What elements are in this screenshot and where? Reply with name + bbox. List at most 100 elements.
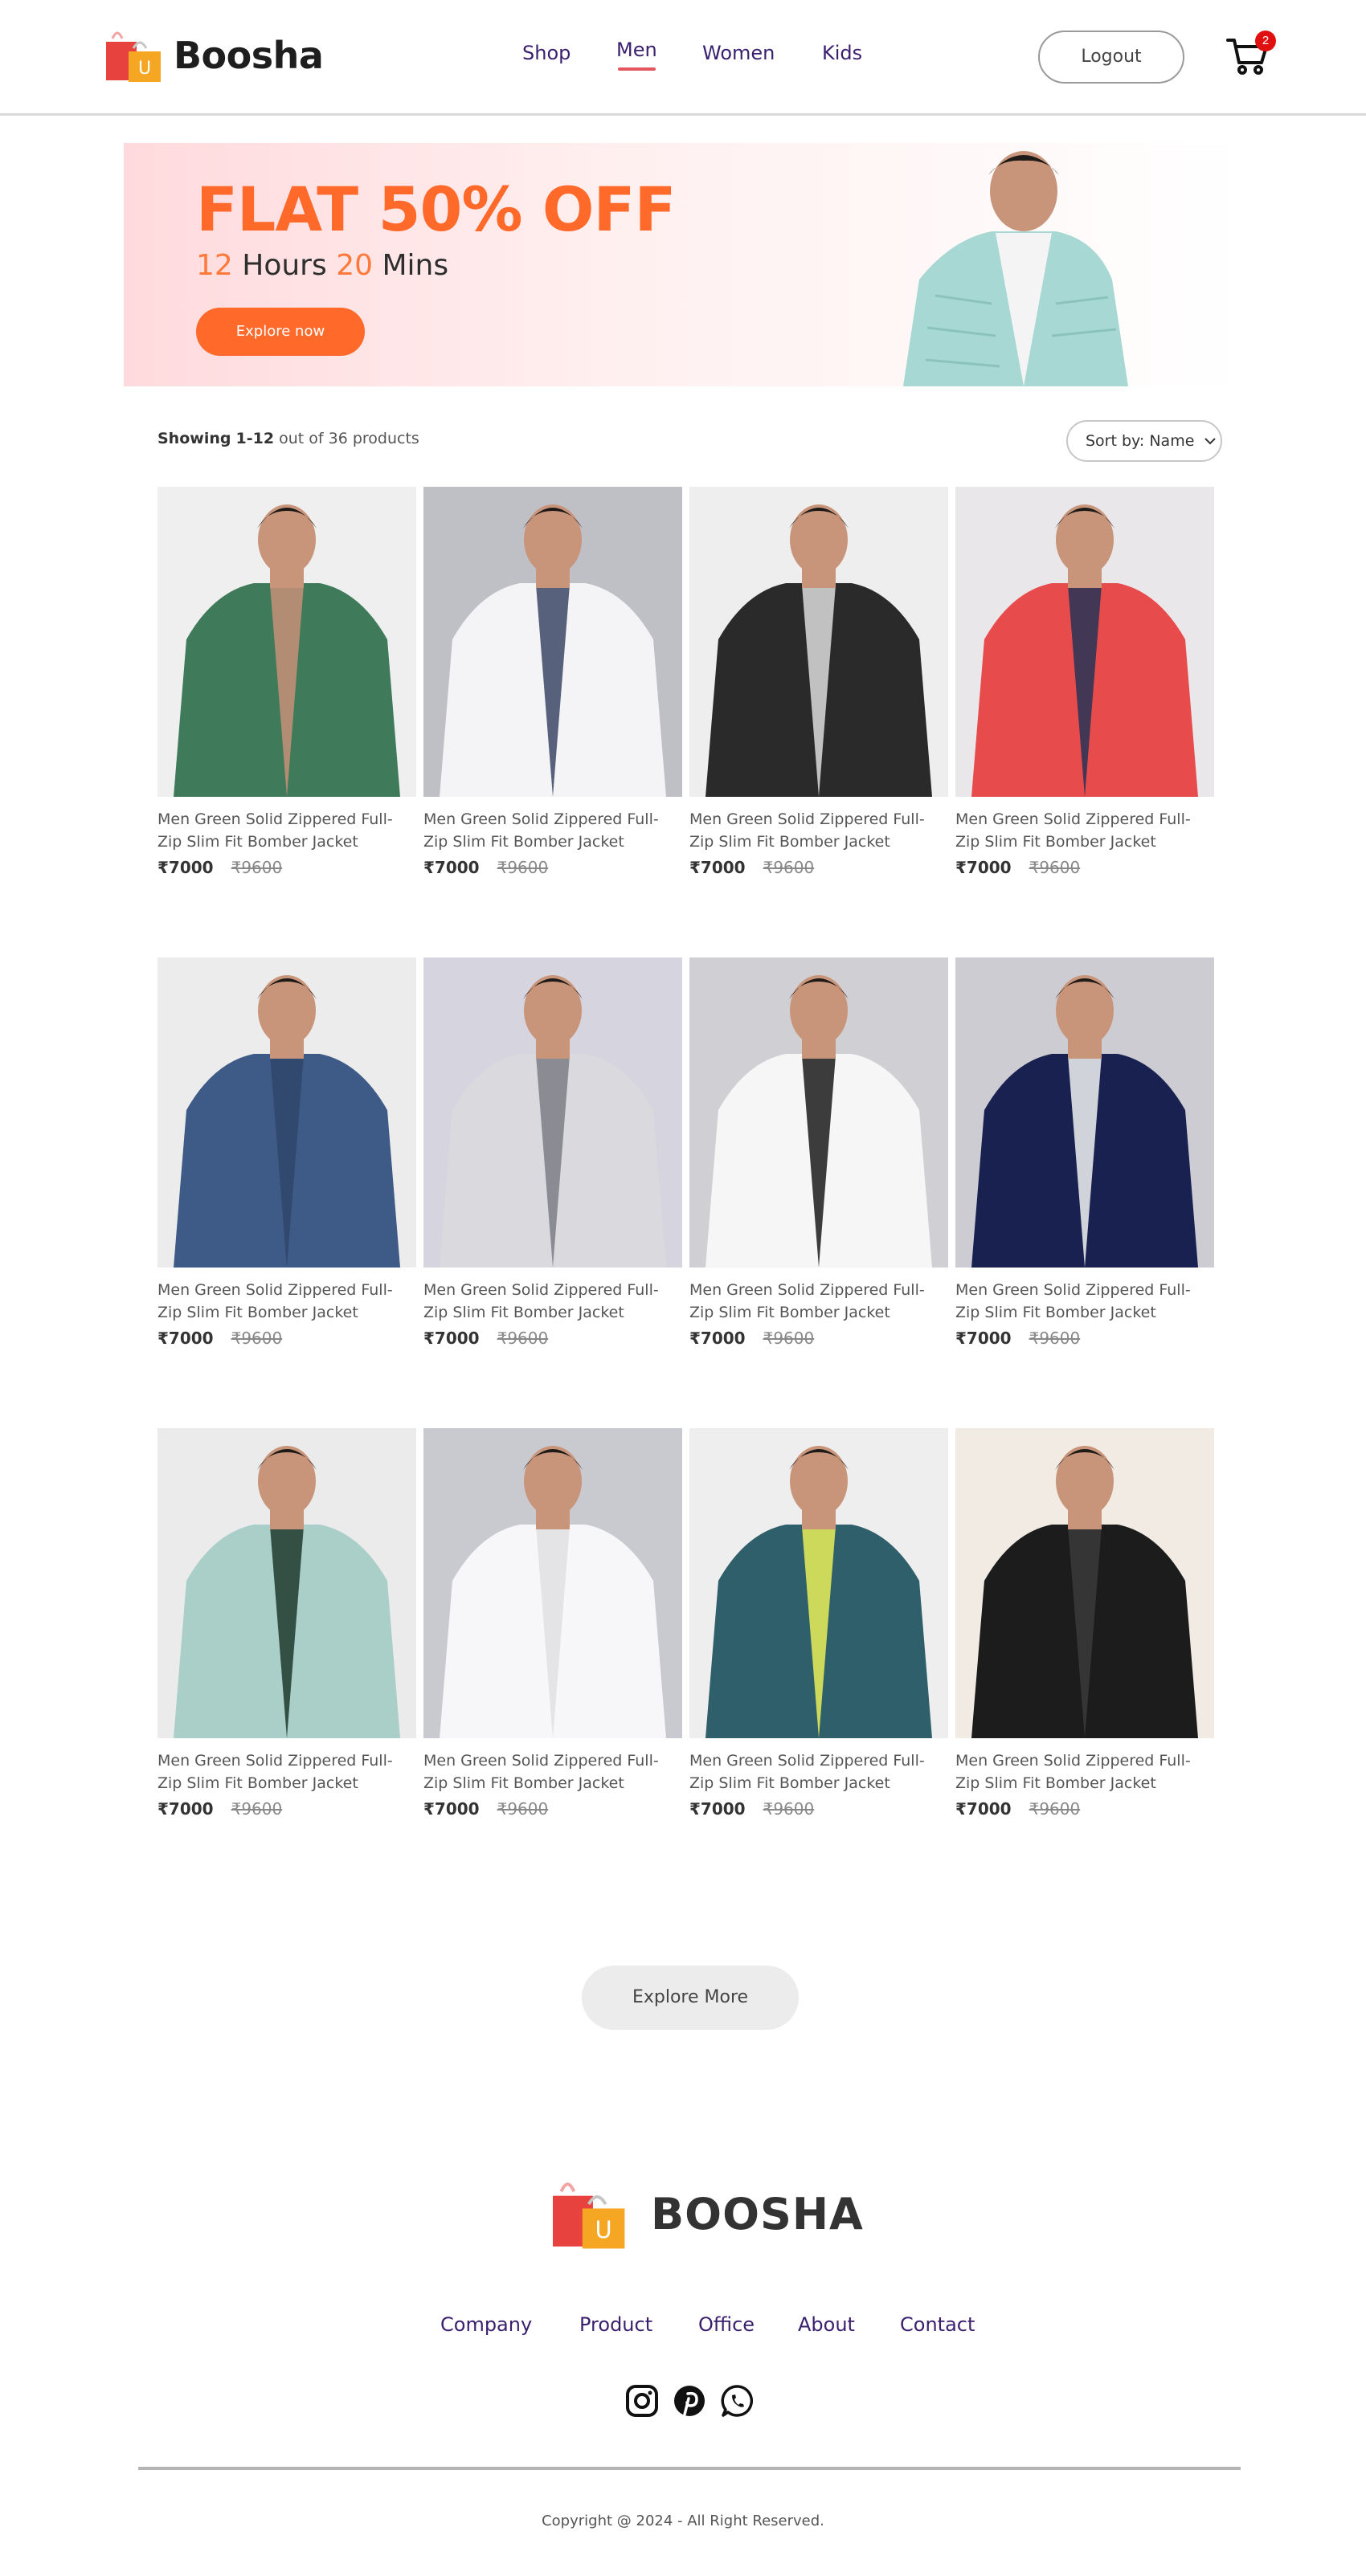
product-price: ₹7000 xyxy=(689,1799,746,1819)
footer-logo[interactable]: U BOOSHA xyxy=(550,2177,864,2251)
footer-link-about[interactable]: About xyxy=(798,2313,855,2336)
product-name[interactable]: Men Green Solid Zippered Full-Zip Slim F… xyxy=(689,1749,948,1794)
product-original-price: ₹9600 xyxy=(497,1799,549,1819)
footer-brand-name: BOOSHA xyxy=(651,2188,864,2239)
product-card[interactable]: Men Green Solid Zippered Full-Zip Slim F… xyxy=(955,487,1214,877)
product-image[interactable] xyxy=(423,1428,682,1738)
product-name[interactable]: Men Green Solid Zippered Full-Zip Slim F… xyxy=(157,1279,416,1324)
countdown-hours-value: 12 xyxy=(196,249,233,282)
product-card[interactable]: Men Green Solid Zippered Full-Zip Slim F… xyxy=(689,1428,948,1819)
product-name[interactable]: Men Green Solid Zippered Full-Zip Slim F… xyxy=(423,808,682,853)
instagram-icon[interactable] xyxy=(625,2384,659,2418)
product-price-row: ₹7000 ₹9600 xyxy=(423,858,682,877)
site-header: U Boosha Shop Men Women Kids Logout 2 xyxy=(0,0,1366,116)
product-price: ₹7000 xyxy=(689,858,746,877)
cart-count-badge: 2 xyxy=(1255,31,1276,51)
product-card[interactable]: Men Green Solid Zippered Full-Zip Slim F… xyxy=(689,957,948,1348)
product-card[interactable]: Men Green Solid Zippered Full-Zip Slim F… xyxy=(157,1428,416,1819)
product-card[interactable]: Men Green Solid Zippered Full-Zip Slim F… xyxy=(423,487,682,877)
product-original-price: ₹9600 xyxy=(763,858,815,877)
product-image[interactable] xyxy=(157,487,416,797)
chevron-down-icon xyxy=(1204,438,1217,445)
pinterest-icon[interactable] xyxy=(673,2384,706,2418)
product-original-price: ₹9600 xyxy=(231,1329,283,1348)
product-price: ₹7000 xyxy=(157,858,214,877)
footer-link-company[interactable]: Company xyxy=(440,2313,532,2336)
product-image[interactable] xyxy=(157,957,416,1268)
explore-now-button[interactable]: Explore now xyxy=(196,308,365,356)
product-image[interactable] xyxy=(423,487,682,797)
promo-countdown: 12 Hours 20 Mins xyxy=(196,249,448,282)
product-image[interactable] xyxy=(955,487,1214,797)
footer-link-office[interactable]: Office xyxy=(698,2313,755,2336)
product-image[interactable] xyxy=(157,1428,416,1738)
footer-divider xyxy=(138,2467,1241,2470)
cart-button[interactable]: 2 xyxy=(1225,31,1276,80)
results-range: 1-12 xyxy=(235,430,275,447)
product-card[interactable]: Men Green Solid Zippered Full-Zip Slim F… xyxy=(157,487,416,877)
product-original-price: ₹9600 xyxy=(497,858,549,877)
product-name[interactable]: Men Green Solid Zippered Full-Zip Slim F… xyxy=(157,808,416,853)
product-price-row: ₹7000 ₹9600 xyxy=(157,858,416,877)
product-image[interactable] xyxy=(955,1428,1214,1738)
product-original-price: ₹9600 xyxy=(763,1329,815,1348)
sort-dropdown[interactable]: Sort by: Name xyxy=(1066,420,1222,462)
promo-title: FLAT 50% OFF xyxy=(196,174,676,245)
product-price-row: ₹7000 ₹9600 xyxy=(423,1799,682,1819)
product-original-price: ₹9600 xyxy=(231,858,283,877)
product-card[interactable]: Men Green Solid Zippered Full-Zip Slim F… xyxy=(689,487,948,877)
logout-button[interactable]: Logout xyxy=(1038,31,1184,84)
product-name[interactable]: Men Green Solid Zippered Full-Zip Slim F… xyxy=(423,1279,682,1324)
product-price-row: ₹7000 ₹9600 xyxy=(157,1799,416,1819)
product-price: ₹7000 xyxy=(955,858,1012,877)
product-price: ₹7000 xyxy=(157,1799,214,1819)
product-card[interactable]: Men Green Solid Zippered Full-Zip Slim F… xyxy=(955,957,1214,1348)
product-price-row: ₹7000 ₹9600 xyxy=(423,1329,682,1348)
product-price: ₹7000 xyxy=(423,1329,480,1348)
product-original-price: ₹9600 xyxy=(1029,1799,1081,1819)
product-image[interactable] xyxy=(689,487,948,797)
countdown-hours-label: Hours xyxy=(242,249,327,282)
product-price-row: ₹7000 ₹9600 xyxy=(955,858,1214,877)
countdown-mins-value: 20 xyxy=(336,249,373,282)
promo-model-image xyxy=(903,151,1128,386)
product-name[interactable]: Men Green Solid Zippered Full-Zip Slim F… xyxy=(955,1749,1214,1794)
promo-banner: FLAT 50% OFF 12 Hours 20 Mins Explore no… xyxy=(124,143,1249,386)
product-original-price: ₹9600 xyxy=(1029,1329,1081,1348)
whatsapp-icon[interactable] xyxy=(721,2384,755,2418)
shopping-bag-icon: U xyxy=(553,2182,625,2249)
product-image[interactable] xyxy=(689,1428,948,1738)
footer-link-contact[interactable]: Contact xyxy=(900,2313,975,2336)
product-card[interactable]: Men Green Solid Zippered Full-Zip Slim F… xyxy=(157,957,416,1348)
product-image[interactable] xyxy=(689,957,948,1268)
results-count: Showing 1-12 out of 36 products xyxy=(157,430,419,447)
product-price-row: ₹7000 ₹9600 xyxy=(689,1329,948,1348)
product-name[interactable]: Men Green Solid Zippered Full-Zip Slim F… xyxy=(955,808,1214,853)
product-price-row: ₹7000 ₹9600 xyxy=(955,1329,1214,1348)
svg-text:U: U xyxy=(595,2216,611,2243)
product-name[interactable]: Men Green Solid Zippered Full-Zip Slim F… xyxy=(955,1279,1214,1324)
product-price: ₹7000 xyxy=(423,1799,480,1819)
product-name[interactable]: Men Green Solid Zippered Full-Zip Slim F… xyxy=(157,1749,416,1794)
product-name[interactable]: Men Green Solid Zippered Full-Zip Slim F… xyxy=(423,1749,682,1794)
product-original-price: ₹9600 xyxy=(763,1799,815,1819)
footer-nav: Company Product Office About Contact xyxy=(0,2313,1366,2345)
nav-shop[interactable]: Shop xyxy=(522,42,571,64)
product-name[interactable]: Men Green Solid Zippered Full-Zip Slim F… xyxy=(689,1279,948,1324)
nav-women[interactable]: Women xyxy=(702,42,775,64)
product-price: ₹7000 xyxy=(955,1799,1012,1819)
sort-label: Sort by: Name xyxy=(1086,432,1195,450)
explore-more-button[interactable]: Explore More xyxy=(582,1966,799,2030)
results-prefix: Showing xyxy=(157,430,231,447)
product-name[interactable]: Men Green Solid Zippered Full-Zip Slim F… xyxy=(689,808,948,853)
product-image[interactable] xyxy=(423,957,682,1268)
product-card[interactable]: Men Green Solid Zippered Full-Zip Slim F… xyxy=(423,957,682,1348)
nav-men[interactable]: Men xyxy=(616,39,657,71)
product-price-row: ₹7000 ₹9600 xyxy=(689,858,948,877)
product-image[interactable] xyxy=(955,957,1214,1268)
footer-link-product[interactable]: Product xyxy=(579,2313,652,2336)
nav-kids[interactable]: Kids xyxy=(822,42,862,64)
product-card[interactable]: Men Green Solid Zippered Full-Zip Slim F… xyxy=(423,1428,682,1819)
product-card[interactable]: Men Green Solid Zippered Full-Zip Slim F… xyxy=(955,1428,1214,1819)
product-price-row: ₹7000 ₹9600 xyxy=(955,1799,1214,1819)
